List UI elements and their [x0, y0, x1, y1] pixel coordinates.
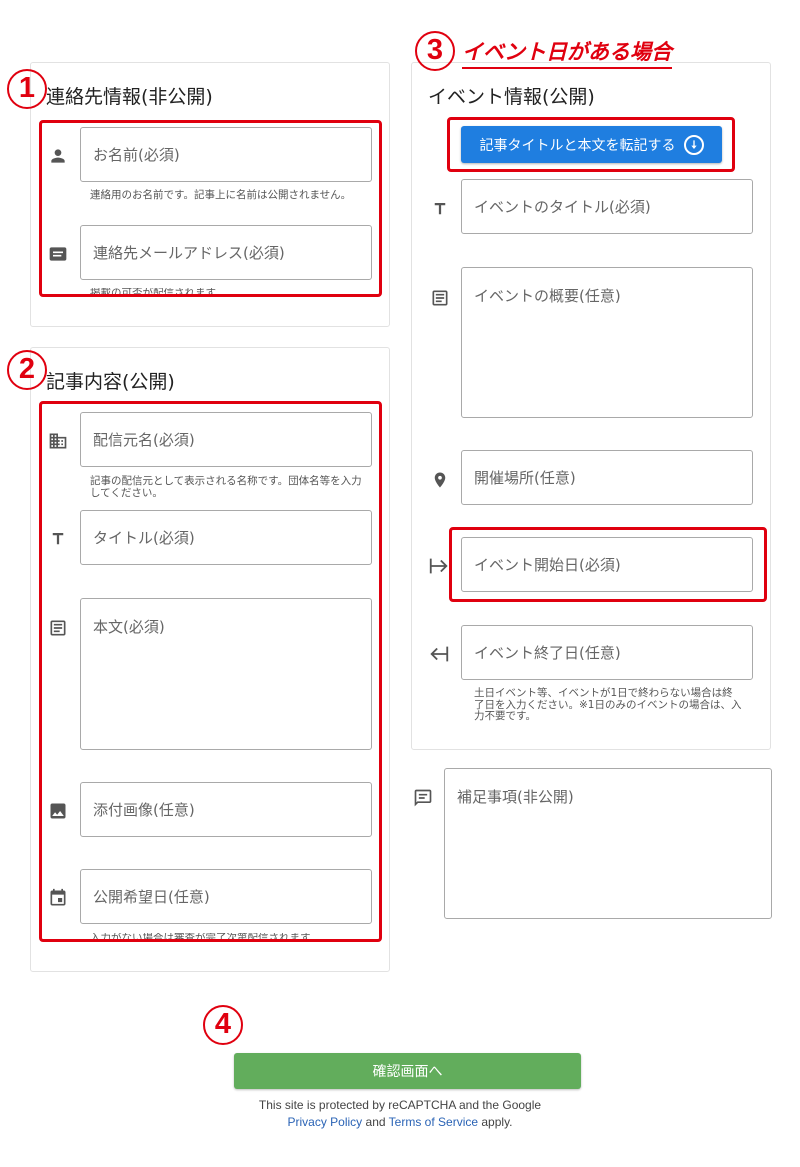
privacy-policy-link[interactable]: Privacy Policy: [287, 1115, 362, 1129]
step1-marker: 1: [7, 69, 47, 109]
step4-marker: 4: [203, 1005, 243, 1045]
event-heading: イベント日がある場合: [462, 36, 672, 69]
recaptcha-apply: apply.: [481, 1115, 513, 1129]
end-arrow-icon: [428, 643, 450, 665]
event-place-field[interactable]: 開催場所(任意): [461, 450, 753, 505]
location-pin-icon: [429, 469, 451, 491]
event-end-field[interactable]: イベント終了日(任意): [461, 625, 753, 680]
step1-highlight: [39, 120, 382, 297]
recaptcha-and: and: [365, 1115, 386, 1129]
event-summary-field[interactable]: イベントの概要(任意): [461, 267, 753, 418]
step3-marker: 3: [415, 31, 455, 71]
event-end-hint: 土日イベント等、イベントが1日で終わらない場合は終了日を入力ください。※1日のみ…: [474, 687, 742, 722]
step3-start-highlight: [449, 527, 767, 602]
recaptcha-notice: This site is protected by reCAPTCHA and …: [0, 1097, 800, 1131]
step2-highlight: [39, 401, 382, 942]
confirm-button[interactable]: 確認画面へ: [234, 1053, 581, 1089]
terms-of-service-link[interactable]: Terms of Service: [389, 1115, 478, 1129]
comment-icon: [412, 787, 434, 809]
contact-title: 連絡先情報(非公開): [46, 86, 213, 108]
confirm-button-label: 確認画面へ: [372, 1064, 443, 1080]
event-title: イベント情報(公開): [428, 86, 595, 108]
recaptcha-line1: This site is protected by reCAPTCHA and …: [258, 1098, 542, 1112]
notes-field[interactable]: 補足事項(非公開): [444, 768, 772, 919]
step2-marker: 2: [7, 350, 47, 390]
event-text-title-icon: [429, 198, 451, 220]
event-title-field[interactable]: イベントのタイトル(必須): [461, 179, 753, 234]
step3-copy-highlight: [447, 117, 735, 172]
article-title: 記事内容(公開): [46, 371, 175, 393]
start-arrow-icon: [428, 555, 450, 577]
event-summary-doc-icon: [429, 287, 451, 309]
